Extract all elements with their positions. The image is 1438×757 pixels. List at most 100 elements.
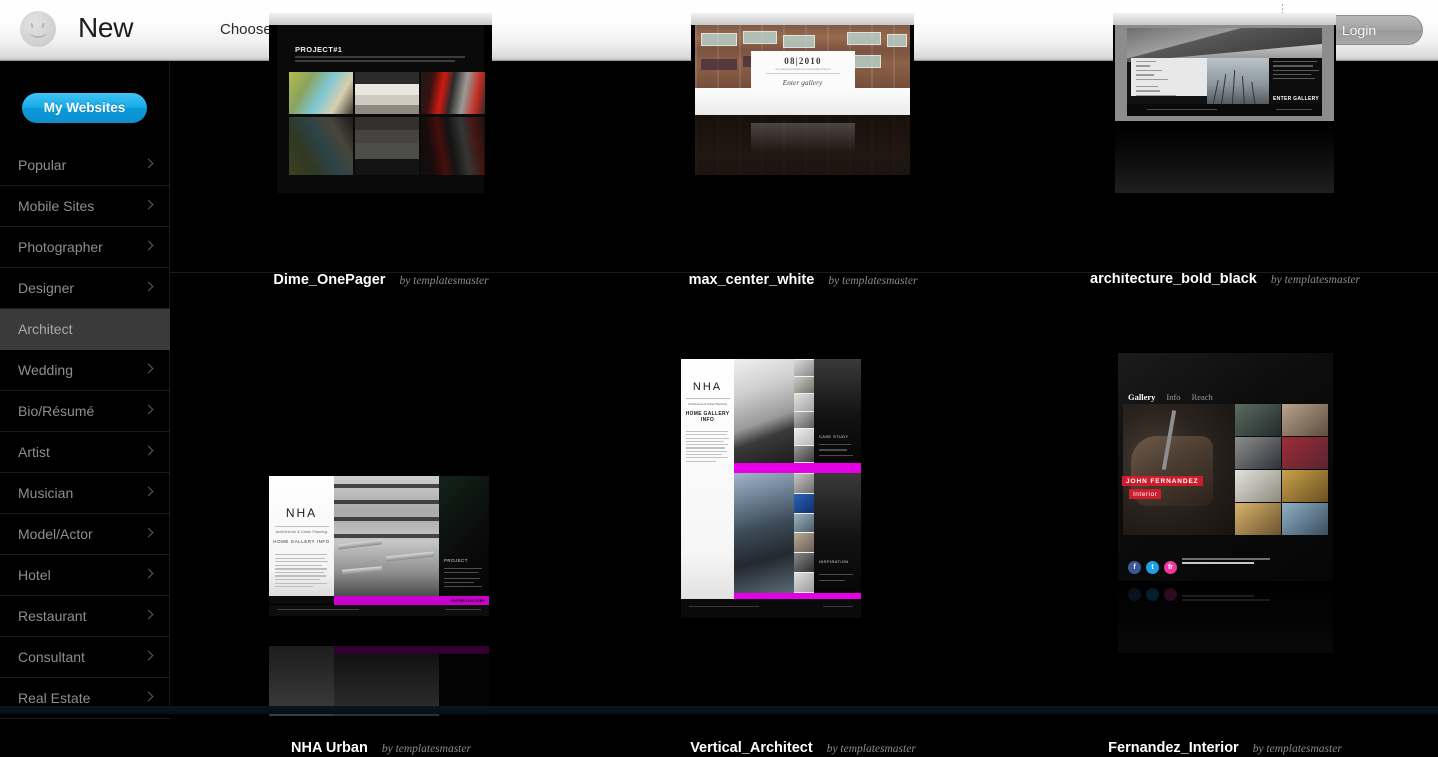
template-thumbnail-architecture-bold-black[interactable]: ENTER GALLERY: [1113, 13, 1336, 193]
thumb-nav-reach: Reach: [1192, 392, 1213, 402]
thumb-sky-photo: [1127, 28, 1322, 62]
template-thumbnail-vertical-architect[interactable]: NHA Architecture & Urban Planning HOME G…: [681, 359, 861, 618]
thumb-nav-gallery: Gallery: [1128, 392, 1155, 402]
sidebar-item-model-actor[interactable]: Model/Actor: [0, 514, 170, 555]
thumb-shell: NHA Architecture & Urban Planning HOME G…: [269, 476, 489, 604]
thumb-thumbstrip: [794, 359, 814, 463]
thumb-reflection-card: [751, 123, 855, 153]
sidebar-item-musician[interactable]: Musician: [0, 473, 170, 514]
sidebar-item-label: Real Estate: [18, 690, 90, 706]
template-row-1: PROJECT#1 Dime_OnePagerby templatesmaste…: [170, 61, 1438, 272]
thumb-sidebar: NHA Architecture & Urban Planning HOME G…: [681, 359, 734, 599]
template-card-dime-onepager[interactable]: PROJECT#1 Dime_OnePagerby templatesmaste…: [170, 61, 592, 272]
smiley-avatar-icon: [20, 11, 56, 47]
category-list: Popular Mobile Sites Photographer Design…: [0, 145, 170, 719]
thumb-photo-grid: [1235, 404, 1328, 535]
template-author: by templatesmaster: [1253, 743, 1342, 755]
thumb-nav-info: Info: [1166, 392, 1180, 402]
template-author: by templatesmaster: [382, 743, 471, 755]
chevron-right-icon: [144, 159, 154, 169]
sidebar-item-hotel[interactable]: Hotel: [0, 555, 170, 596]
thumb-white-band: Enter gallery: [695, 88, 910, 115]
thumb-section-title: CASE STUDY: [819, 434, 849, 439]
thumb-info-card: [1131, 58, 1207, 96]
thumb-inner: ENTER GALLERY: [1127, 28, 1322, 116]
template-card-max-center-white[interactable]: 08|2010 the leading spectacular one of a…: [592, 61, 1014, 272]
sidebar-item-label: Musician: [18, 485, 73, 501]
thumb-hero-photo: JOHN FERNANDEZ Interior: [1123, 404, 1235, 535]
thumb-footer: [1127, 104, 1322, 116]
thumb-tagline: Architecture & Urban Planning: [681, 402, 734, 406]
thumb-social-bar: ftfr: [1128, 556, 1182, 574]
thumb-date-label: 08|2010: [751, 56, 855, 66]
my-websites-button[interactable]: My Websites: [22, 93, 147, 123]
sidebar-item-mobile-sites[interactable]: Mobile Sites: [0, 186, 170, 227]
thumb-magenta-bar-1: [734, 463, 861, 473]
thumb-reflection: [289, 117, 485, 175]
sidebar-item-architect[interactable]: Architect: [0, 309, 170, 350]
sidebar-item-wedding[interactable]: Wedding: [0, 350, 170, 391]
browser-chrome-bar: [1113, 13, 1336, 25]
template-author: by templatesmaster: [827, 743, 916, 755]
sidebar-item-label: Designer: [18, 280, 74, 296]
thumb-right-panel: PROJECT: [439, 476, 489, 596]
thumb-name-tag: JOHN FERNANDEZ: [1122, 476, 1203, 486]
template-thumbnail-max-center-white[interactable]: 08|2010 the leading spectacular one of a…: [691, 13, 914, 193]
sidebar-item-label: Model/Actor: [18, 526, 93, 542]
sidebar-item-designer[interactable]: Designer: [0, 268, 170, 309]
thumb-dark-card: ENTER GALLERY: [1269, 58, 1322, 106]
thumb-dark-panel: CASE STUDY: [814, 359, 861, 463]
sidebar-item-bio-resume[interactable]: Bio/Résumé: [0, 391, 170, 432]
thumb-subtitle-tag: Interior: [1129, 489, 1161, 499]
sidebar-item-restaurant[interactable]: Restaurant: [0, 596, 170, 637]
thumb-enter-gallery-label: ENTER GALLERY: [1273, 96, 1319, 102]
os-taskbar-strip: [0, 706, 1438, 714]
thumb-building-photo: [334, 476, 439, 596]
template-thumbnail-dime-onepager[interactable]: PROJECT#1: [269, 13, 492, 193]
chevron-right-icon: [144, 282, 154, 292]
thumb-dark-panel: INSPIRATION: [814, 473, 861, 593]
flickr-icon: fr: [1164, 561, 1177, 574]
thumb-contact-text: [1182, 558, 1270, 566]
sidebar-item-consultant[interactable]: Consultant: [0, 637, 170, 678]
sidebar-item-label: Mobile Sites: [18, 198, 94, 214]
thumb-tagline: Architecture & Urban Planning: [269, 530, 334, 534]
sidebar-item-artist[interactable]: Artist: [0, 432, 170, 473]
thumb-nav: Gallery Info Reach: [1128, 387, 1224, 405]
thumb-thumbstrip: [794, 473, 814, 593]
chevron-right-icon: [144, 651, 154, 661]
chevron-right-icon: [144, 569, 154, 579]
template-gallery: PROJECT#1 Dime_OnePagerby templatesmaste…: [170, 61, 1438, 714]
chevron-right-icon: [144, 487, 154, 497]
template-card-nha-urban[interactable]: NHA Architecture & Urban Planning HOME G…: [170, 273, 592, 714]
facebook-icon: f: [1128, 561, 1141, 574]
thumb-section-title: INSPIRATION: [819, 559, 849, 564]
thumb-hero-photo: [734, 359, 794, 463]
sidebar-item-label: Hotel: [18, 567, 51, 583]
sidebar-item-photographer[interactable]: Photographer: [0, 227, 170, 268]
thumb-paragraph: [275, 554, 328, 587]
thumb-body: PROJECT#1: [269, 25, 492, 193]
sidebar-item-label: Artist: [18, 444, 50, 460]
chevron-right-icon: [144, 692, 154, 702]
chevron-right-icon: [144, 446, 154, 456]
template-card-fernandez-interior[interactable]: Gallery Info Reach JOHN FERNANDEZ Interior: [1014, 273, 1436, 714]
template-caption: Fernandez_Interiorby templatesmaster: [1014, 739, 1436, 757]
thumb-footer: [681, 599, 861, 618]
sidebar-item-popular[interactable]: Popular: [0, 145, 170, 186]
thumb-brand: NHA: [269, 506, 334, 520]
thumb-frame: ENTER GALLERY: [1115, 25, 1334, 121]
template-caption: Vertical_Architectby templatesmaster: [592, 739, 1014, 757]
template-thumbnail-fernandez-interior[interactable]: Gallery Info Reach JOHN FERNANDEZ Interior: [1118, 353, 1333, 653]
template-card-vertical-architect[interactable]: NHA Architecture & Urban Planning HOME G…: [592, 273, 1014, 714]
thumb-hero-photo: [734, 473, 794, 593]
thumb-reflection: [269, 617, 489, 716]
template-card-architecture-bold-black[interactable]: ENTER GALLERY architecture_bold_blackby …: [1014, 61, 1436, 272]
chevron-right-icon: [144, 610, 154, 620]
category-sidebar: My Websites Popular Mobile Sites Photogr…: [0, 61, 170, 714]
sidebar-item-label: Bio/Résumé: [18, 403, 94, 419]
thumb-section-1: CASE STUDY: [734, 359, 861, 463]
sidebar-item-label: Restaurant: [18, 608, 86, 624]
thumb-nav: HOME GALLERY INFO: [681, 411, 734, 423]
template-thumbnail-nha-urban[interactable]: NHA Architecture & Urban Planning HOME G…: [269, 476, 489, 716]
